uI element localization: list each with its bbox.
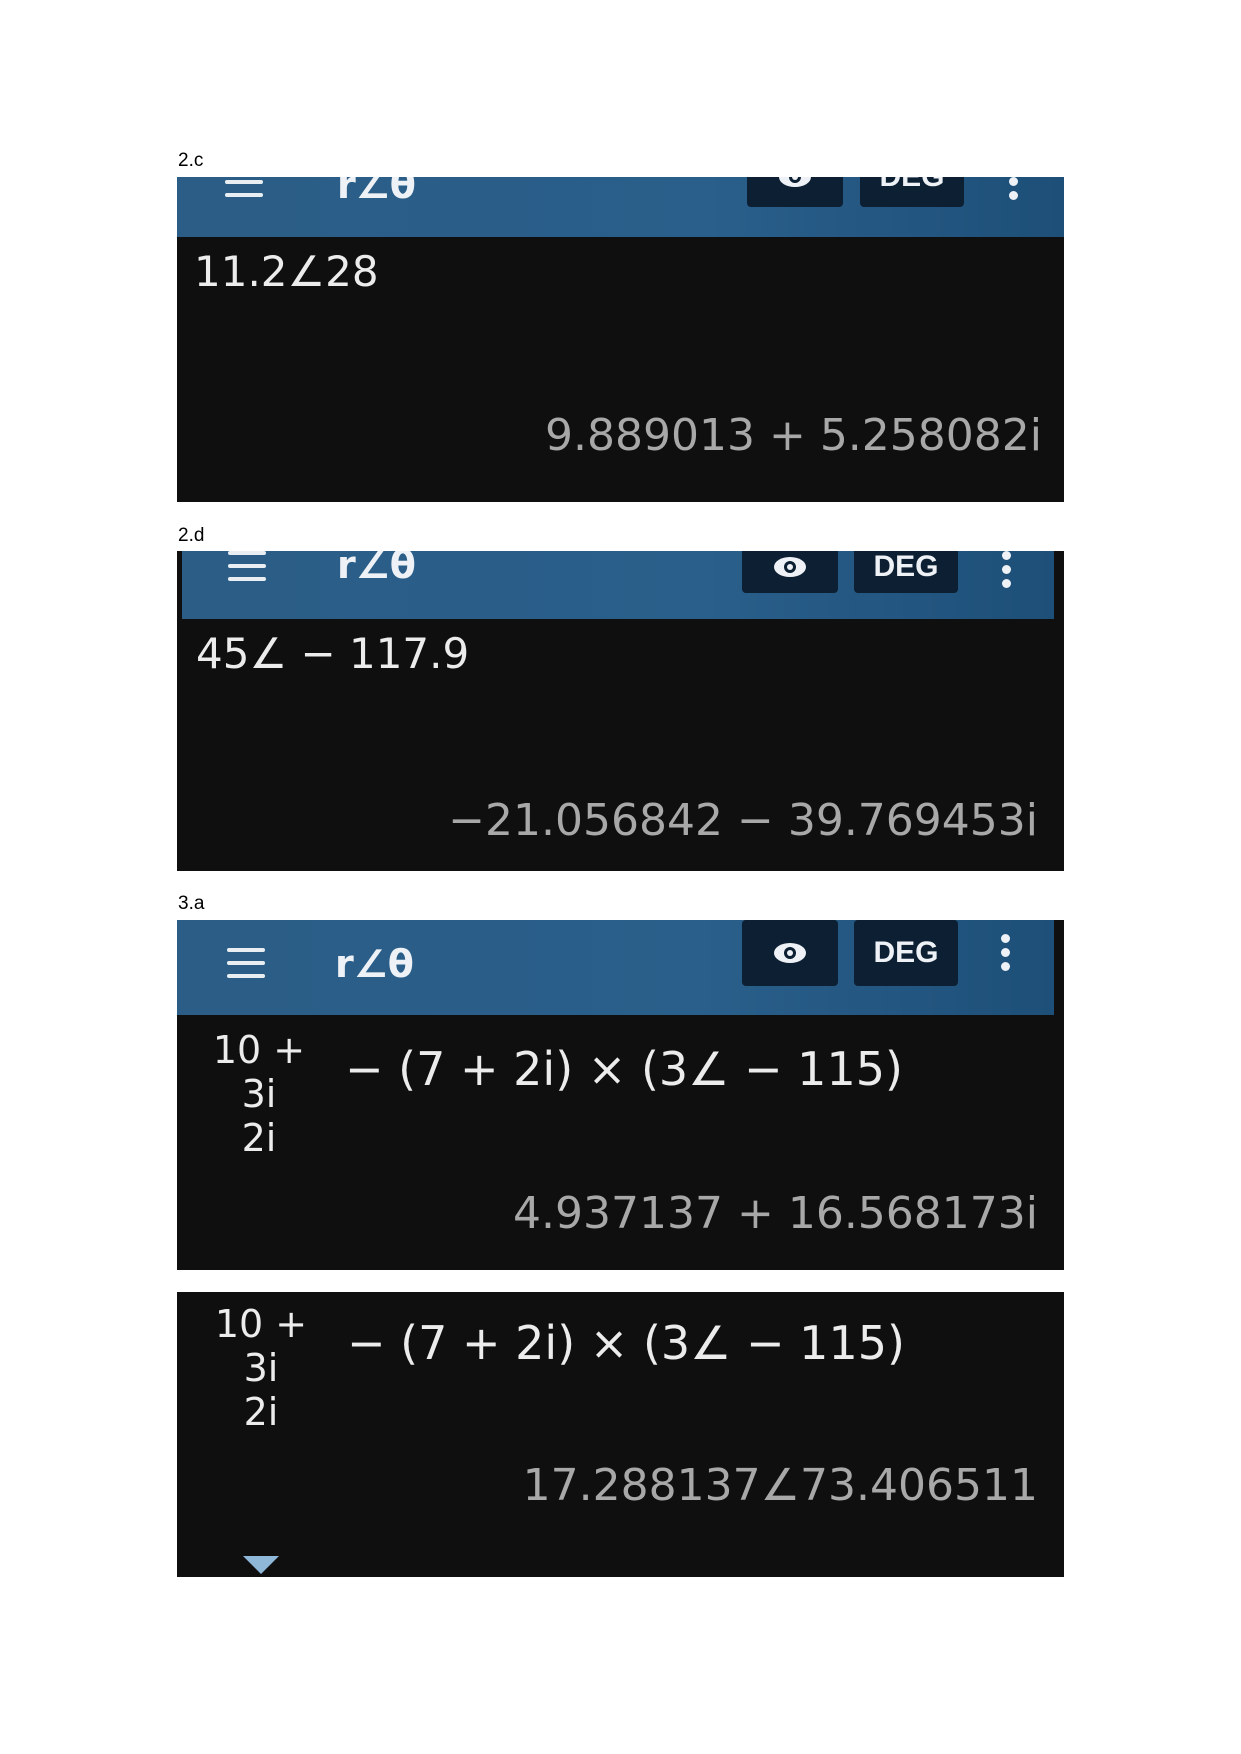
result-display: 4.937137 + 16.568173i <box>513 1188 1038 1239</box>
section-label-2d: 2.d <box>178 525 205 546</box>
mode-label[interactable]: r∠θ <box>337 177 416 207</box>
angle-unit-button[interactable]: DEG <box>860 177 964 207</box>
eye-icon <box>774 943 806 963</box>
more-vert-icon[interactable] <box>1001 934 1011 976</box>
visibility-button[interactable] <box>747 177 843 207</box>
result-display: 17.288137∠73.406511 <box>522 1460 1038 1511</box>
section-label-3a: 3.a <box>178 893 205 914</box>
expression-tail: − (7 + 2i) × (3∠ − 115) <box>345 1042 903 1096</box>
expression-display: 11.2∠28 <box>194 247 379 296</box>
expand-arrow-icon[interactable] <box>243 1556 279 1574</box>
calculator-screen-2c: r∠θ DEG 11.2∠28 9.889013 + 5.258082i <box>177 177 1064 502</box>
eye-icon <box>779 177 811 187</box>
fraction: 10 + 3i 2i <box>199 1028 319 1160</box>
angle-unit-button[interactable]: DEG <box>854 551 958 593</box>
result-display: −21.056842 − 39.769453i <box>448 795 1038 846</box>
hamburger-menu-icon[interactable] <box>225 177 263 206</box>
mode-label[interactable]: r∠θ <box>335 942 414 986</box>
calculator-screen-3a: r∠θ DEG 10 + 3i 2i − (7 + 2i) × (3∠ − 11… <box>177 920 1064 1270</box>
hamburger-menu-icon[interactable] <box>228 551 266 590</box>
more-vert-icon[interactable] <box>1002 551 1012 593</box>
fraction-numerator: 10 + 3i <box>212 1028 306 1116</box>
hamburger-menu-icon[interactable] <box>227 948 265 987</box>
calculator-screen-3a-polar: 10 + 3i 2i − (7 + 2i) × (3∠ − 115) 17.28… <box>177 1292 1064 1577</box>
eye-icon <box>774 557 806 577</box>
fraction: 10 + 3i 2i <box>201 1302 321 1434</box>
visibility-button[interactable] <box>742 551 838 593</box>
fraction-denominator: 2i <box>243 1390 279 1434</box>
mode-label[interactable]: r∠θ <box>337 551 416 587</box>
angle-unit-button[interactable]: DEG <box>854 920 958 986</box>
section-label-2c: 2.c <box>178 150 204 171</box>
expression-tail: − (7 + 2i) × (3∠ − 115) <box>347 1316 905 1370</box>
toolbar: r∠θ DEG <box>177 920 1054 1015</box>
fraction-numerator: 10 + 3i <box>214 1302 308 1390</box>
calculator-screen-2d: r∠θ DEG 45∠ − 117.9 −21.056842 − 39.7694… <box>177 551 1064 871</box>
toolbar: r∠θ DEG <box>182 551 1054 619</box>
result-display: 9.889013 + 5.258082i <box>545 410 1042 461</box>
more-vert-icon[interactable] <box>1009 177 1019 205</box>
toolbar: r∠θ DEG <box>177 177 1064 237</box>
fraction-denominator: 2i <box>241 1116 277 1160</box>
expression-display: 45∠ − 117.9 <box>196 629 470 678</box>
visibility-button[interactable] <box>742 920 838 986</box>
